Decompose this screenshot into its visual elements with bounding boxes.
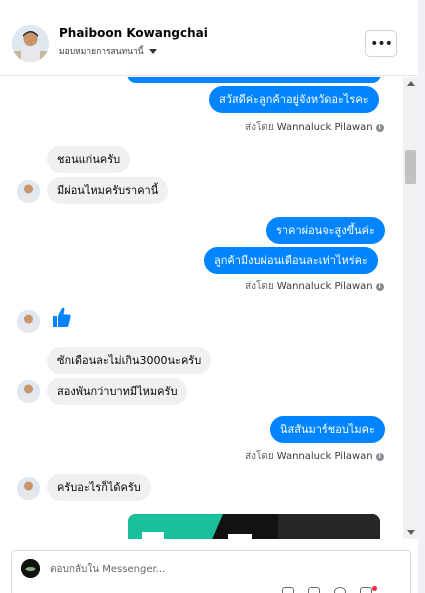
contact-name[interactable]: Phaiboon Kowangchai [59, 26, 208, 40]
agent-name: Wannaluck Pilawan [276, 122, 373, 133]
message-bubble-outgoing: สวัสดีค่ะลูกค้าอยู่จังหวัดอะไรคะ [209, 86, 379, 113]
message-bubble-outgoing: ลูกค้ามีงบผ่อนเดือนละเท่าไหร่คะ [204, 247, 378, 274]
message-bubble-outgoing: นิสสันมาร์ชอบไมคะ [270, 416, 385, 443]
assign-conversation-dropdown[interactable]: มอบหมายการสนทนานี้ [59, 44, 157, 58]
sent-by-label: ส่งโดย Wannaluck Pilawan i [245, 449, 384, 464]
contact-avatar-small [17, 380, 40, 403]
info-icon[interactable]: i [375, 123, 384, 132]
sent-by-label: ส่งโดย Wannaluck Pilawan i [245, 120, 384, 135]
agent-name: Wannaluck Pilawan [276, 281, 373, 292]
photo-icon[interactable] [308, 587, 320, 593]
message-thread: สวัสดีค่ะลูกค้าอยู่จังหวัดอะไรคะ ส่งโดย … [0, 77, 402, 539]
reply-composer [11, 550, 411, 593]
more-icon: ••• [370, 35, 393, 52]
scroll-up-icon[interactable] [407, 81, 415, 86]
message-bubble-incoming: ชอนแก่นครับ [47, 146, 131, 173]
message-bubble-outgoing: ราคาผ่อนจะสูงขึ้นค่ะ [266, 217, 385, 244]
scrollbar-thumb[interactable] [405, 150, 416, 184]
message-bubble-incoming: ซักเดือนละไม่เกิน3000นะครับ [47, 347, 212, 374]
window-edge [418, 0, 425, 593]
info-icon[interactable]: i [375, 452, 384, 461]
reply-input[interactable] [50, 561, 350, 577]
agent-name: Wannaluck Pilawan [276, 451, 373, 462]
info-icon[interactable]: i [375, 282, 384, 291]
more-options-button[interactable]: ••• [365, 30, 397, 57]
contact-avatar-small [17, 180, 40, 203]
contact-avatar[interactable] [12, 25, 49, 62]
like-thumb-icon [53, 307, 71, 327]
sent-by-label: ส่งโดย Wannaluck Pilawan i [245, 279, 384, 294]
message-bubble-outgoing [127, 77, 381, 83]
thread-scrollbar[interactable] [403, 77, 418, 539]
attach-icon[interactable] [282, 587, 294, 593]
promo-image-attachment[interactable] [128, 514, 380, 539]
assign-label: มอบหมายการสนทนานี้ [59, 47, 144, 57]
sticker-icon[interactable] [360, 587, 372, 593]
conversation-header: Phaiboon Kowangchai มอบหมายการสนทนานี้ •… [0, 0, 418, 76]
notification-dot [372, 586, 377, 591]
page-avatar [21, 559, 40, 578]
emoji-icon[interactable] [334, 587, 346, 593]
contact-avatar-small [17, 310, 40, 333]
message-bubble-incoming: สองพันกว่าบาทมีไหมครับ [47, 378, 188, 405]
chevron-down-icon [148, 49, 157, 54]
scroll-down-icon[interactable] [407, 530, 415, 535]
contact-avatar-small [17, 477, 40, 500]
message-bubble-incoming: ครับอะไรก็ได้ครับ [47, 474, 151, 501]
message-bubble-incoming: มีผ่อนไหมครับราคานี้ [47, 177, 169, 204]
